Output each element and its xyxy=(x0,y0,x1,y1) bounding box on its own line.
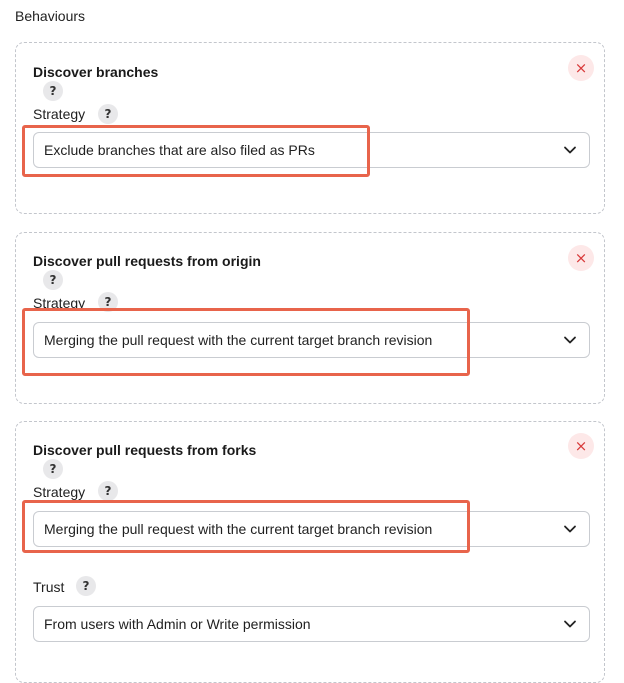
trust-label: Trust xyxy=(33,579,65,595)
help-icon[interactable]: ? xyxy=(98,292,118,312)
behaviour-card-discover-branches: Discover branches × ? Strategy ? Exclude… xyxy=(15,42,605,214)
remove-behaviour-button[interactable]: × xyxy=(568,55,594,81)
behaviour-card-discover-prs-forks: Discover pull requests from forks × ? St… xyxy=(15,421,605,683)
strategy-select[interactable]: Merging the pull request with the curren… xyxy=(33,322,590,358)
behaviour-card-discover-prs-origin: Discover pull requests from origin × ? S… xyxy=(15,232,605,404)
close-icon: × xyxy=(574,59,588,77)
remove-behaviour-button[interactable]: × xyxy=(568,245,594,271)
trust-select-value: From users with Admin or Write permissio… xyxy=(44,616,311,632)
strategy-select[interactable]: Exclude branches that are also filed as … xyxy=(33,132,590,168)
section-title: Behaviours xyxy=(15,8,86,24)
strategy-label: Strategy xyxy=(33,484,86,500)
chevron-down-icon xyxy=(564,336,576,344)
strategy-label: Strategy xyxy=(33,295,86,311)
chevron-down-icon xyxy=(564,620,576,628)
remove-behaviour-button[interactable]: × xyxy=(568,433,594,459)
strategy-select-value: Merging the pull request with the curren… xyxy=(44,521,433,537)
help-icon[interactable]: ? xyxy=(98,104,118,124)
help-icon[interactable]: ? xyxy=(98,481,118,501)
card-title: Discover pull requests from origin xyxy=(33,253,261,269)
help-icon[interactable]: ? xyxy=(43,81,63,101)
chevron-down-icon xyxy=(564,525,576,533)
strategy-select-value: Exclude branches that are also filed as … xyxy=(44,142,315,158)
close-icon: × xyxy=(574,249,588,267)
strategy-label: Strategy xyxy=(33,106,86,122)
strategy-select[interactable]: Merging the pull request with the curren… xyxy=(33,511,590,547)
close-icon: × xyxy=(574,437,588,455)
help-icon[interactable]: ? xyxy=(43,459,63,479)
help-icon[interactable]: ? xyxy=(43,270,63,290)
chevron-down-icon xyxy=(564,146,576,154)
card-title: Discover branches xyxy=(33,64,159,80)
card-title: Discover pull requests from forks xyxy=(33,442,257,458)
trust-select[interactable]: From users with Admin or Write permissio… xyxy=(33,606,590,642)
strategy-select-value: Merging the pull request with the curren… xyxy=(44,332,433,348)
help-icon[interactable]: ? xyxy=(76,576,96,596)
